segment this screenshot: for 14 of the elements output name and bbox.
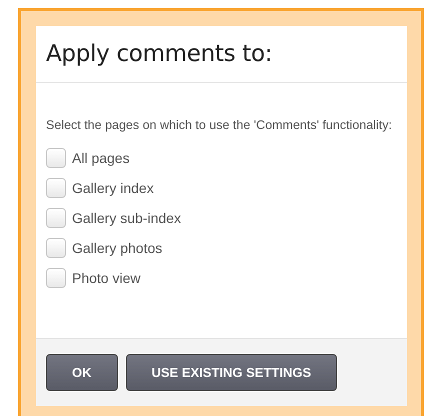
checkbox-label: Gallery photos <box>72 240 162 256</box>
checkbox-label: Gallery index <box>72 180 154 196</box>
checkbox[interactable] <box>46 148 66 168</box>
dialog-button[interactable]: OK <box>46 354 118 391</box>
checkbox-label: All pages <box>72 150 130 166</box>
checkbox-label: Photo view <box>72 270 140 286</box>
dialog-button[interactable]: USE EXISTING SETTINGS <box>126 354 338 391</box>
checkbox[interactable] <box>46 178 66 198</box>
checkbox[interactable] <box>46 208 66 228</box>
dialog-title: Apply comments to: <box>46 41 272 67</box>
instruction-text: Select the pages on which to use the 'Comments' functionality: <box>46 117 393 134</box>
checkbox-label: Gallery sub-index <box>72 210 181 226</box>
checkbox[interactable] <box>46 268 66 288</box>
checkbox[interactable] <box>46 238 66 258</box>
